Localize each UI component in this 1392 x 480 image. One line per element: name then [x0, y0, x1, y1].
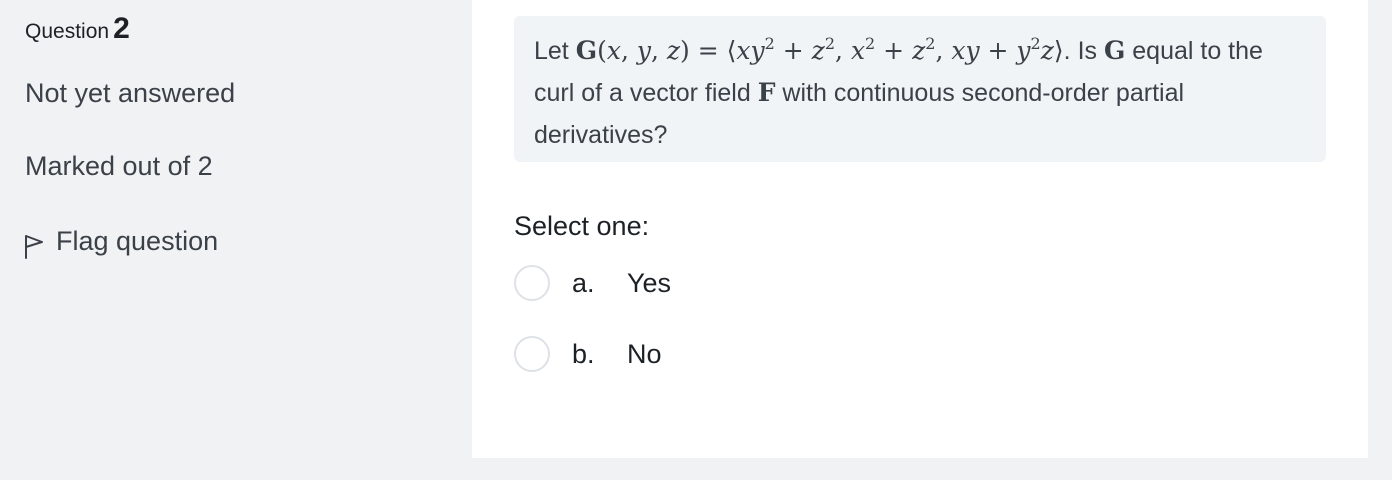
question-number-value: 2: [113, 12, 130, 45]
question-number: Question 2: [25, 12, 130, 46]
flag-question-label: Flag question: [56, 225, 219, 256]
option-letter-b: b.: [572, 338, 595, 369]
flag-outline-icon: [22, 230, 46, 260]
question-text-mid: . Is: [1063, 37, 1104, 65]
question-info-panel: Question 2 Not yet answered Marked out of…: [0, 0, 472, 480]
answer-option-b[interactable]: b. No: [514, 334, 662, 374]
question-state: Not yet answered: [25, 78, 236, 108]
option-letter-a: a.: [572, 267, 595, 298]
option-text-yes[interactable]: Yes: [627, 268, 671, 299]
question-formula: G(x, y, z) = ⟨xy2 + z2, x2 + z2, xy + y2…: [575, 34, 1064, 66]
radio-button-a[interactable]: [514, 265, 550, 301]
question-text: Let G(x, y, z) = ⟨xy2 + z2, x2 + z2, xy …: [514, 16, 1326, 162]
question-grade: Marked out of 2: [25, 151, 213, 181]
flag-question-button[interactable]: Flag question: [22, 222, 218, 260]
question-text-intro: Let: [534, 37, 576, 65]
answer-option-a[interactable]: a. Yes: [514, 263, 671, 303]
select-one-prompt: Select one:: [514, 211, 650, 241]
vector-g: G: [1103, 36, 1126, 65]
radio-button-b[interactable]: [514, 336, 550, 372]
vector-f: F: [757, 78, 776, 107]
question-content: Let G(x, y, z) = ⟨xy2 + z2, x2 + z2, xy …: [472, 0, 1368, 458]
question-label: Question: [25, 20, 110, 43]
option-text-no[interactable]: No: [627, 339, 662, 370]
